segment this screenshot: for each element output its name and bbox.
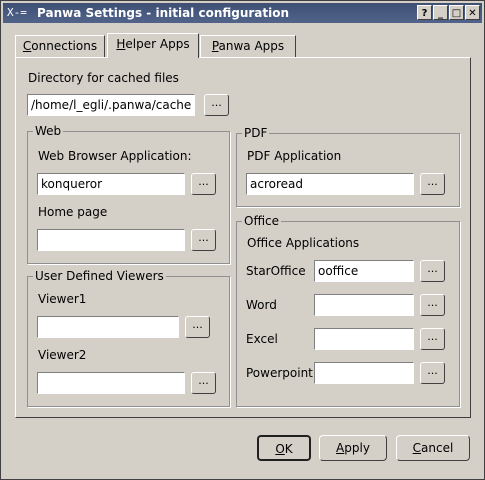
viewer2-input[interactable] — [37, 372, 185, 394]
viewer2-browse-button[interactable]: ... — [191, 372, 216, 394]
tab-connections[interactable]: Connections — [15, 35, 105, 57]
tab-helper-apps-label: elper Apps — [125, 37, 190, 51]
browser-input[interactable]: konqueror — [37, 173, 185, 195]
maximize-icon[interactable]: □ — [449, 5, 464, 20]
word-browse-button[interactable]: ... — [420, 294, 445, 316]
cache-dir-browse-button[interactable]: ... — [204, 94, 229, 116]
staroffice-input[interactable]: ooffice — [314, 260, 414, 282]
viewer1-input[interactable] — [37, 316, 179, 338]
settings-window: X-= Panwa Settings - initial configurati… — [0, 0, 485, 480]
excel-label: Excel — [246, 332, 278, 346]
cancel-button[interactable]: Cancel — [396, 435, 470, 461]
browser-label: Web Browser Application: — [38, 149, 192, 163]
cancel-button-label: ancel — [421, 441, 454, 455]
word-label: Word — [246, 298, 277, 312]
browser-browse-button[interactable]: ... — [191, 173, 216, 195]
office-apps-label: Office Applications — [247, 236, 360, 250]
viewer2-label: Viewer2 — [38, 348, 87, 362]
pdf-app-browse-button[interactable]: ... — [420, 173, 445, 195]
ok-button-label: K — [284, 442, 293, 456]
tab-panwa-apps-label: anwa Apps — [218, 39, 285, 53]
tab-panwa-apps[interactable]: Panwa Apps — [200, 35, 296, 57]
homepage-input[interactable] — [37, 229, 185, 251]
ok-button[interactable]: OK — [257, 435, 311, 461]
office-group-title: Office — [242, 214, 282, 228]
powerpoint-label: Powerpoint — [246, 366, 313, 380]
tab-panwa-apps-accel: P — [211, 39, 219, 53]
minimize-icon[interactable]: _ — [433, 5, 448, 20]
title-bar[interactable]: X-= Panwa Settings - initial configurati… — [3, 3, 482, 23]
cache-dir-input[interactable]: /home/l_egli/.panwa/cache — [27, 94, 195, 116]
pdf-group: PDF — [236, 126, 460, 207]
close-icon[interactable]: ✕ — [465, 5, 480, 20]
staroffice-label: StarOffice — [246, 264, 306, 278]
tab-helper-apps[interactable]: Helper Apps — [107, 33, 199, 58]
staroffice-browse-button[interactable]: ... — [420, 260, 445, 282]
apply-button-label: pply — [344, 441, 370, 455]
excel-browse-button[interactable]: ... — [420, 328, 445, 350]
web-group-title: Web — [33, 124, 64, 138]
viewer1-browse-button[interactable]: ... — [185, 316, 210, 338]
powerpoint-input[interactable] — [314, 362, 414, 384]
window-menu-icon[interactable]: X-= — [7, 5, 31, 21]
viewer1-label: Viewer1 — [38, 292, 87, 306]
pdf-app-input[interactable]: acroread — [246, 173, 414, 195]
cancel-button-accel: C — [412, 441, 422, 455]
ok-button-accel: O — [275, 442, 285, 456]
apply-button[interactable]: Apply — [319, 435, 387, 461]
window-title: Panwa Settings - initial configuration — [37, 6, 290, 20]
word-input[interactable] — [314, 294, 414, 316]
homepage-browse-button[interactable]: ... — [191, 229, 216, 251]
powerpoint-browse-button[interactable]: ... — [420, 362, 445, 384]
viewers-group-title: User Defined Viewers — [33, 269, 166, 283]
help-icon[interactable]: ? — [417, 5, 432, 20]
excel-input[interactable] — [314, 328, 414, 350]
pdf-app-label: PDF Application — [247, 149, 342, 163]
tab-connections-label: onnections — [31, 39, 98, 53]
cache-dir-label: Directory for cached files — [28, 71, 179, 85]
pdf-group-title: PDF — [242, 126, 270, 140]
homepage-label: Home page — [38, 205, 108, 219]
